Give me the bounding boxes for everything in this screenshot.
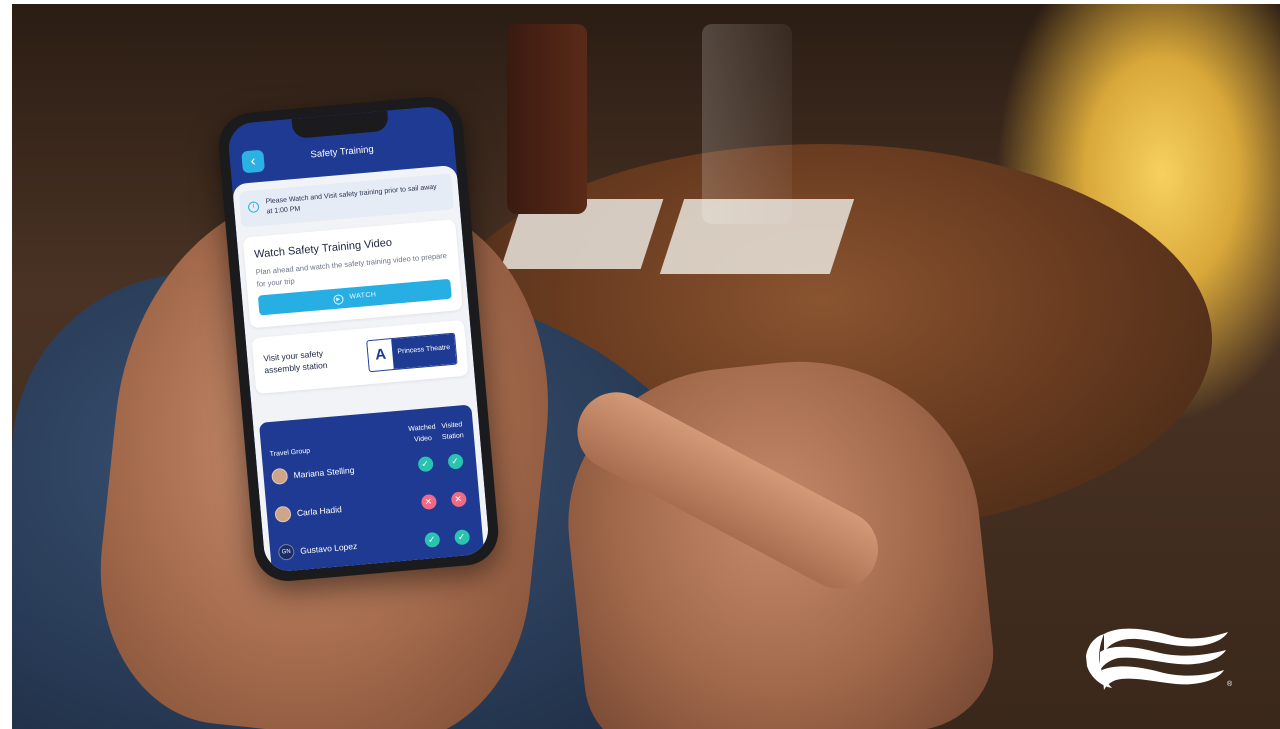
phone-screen: ‹ Safety Training i Please Watch and Vis… (226, 105, 491, 573)
phone: ‹ Safety Training i Please Watch and Vis… (215, 94, 502, 584)
col-watched-video: Watched Video (408, 423, 436, 444)
glass (507, 24, 587, 214)
station-card[interactable]: Visit your safety assembly station A Pri… (251, 319, 469, 394)
background-photo (12, 4, 1280, 729)
glass (702, 24, 792, 224)
check-icon: ✓ (416, 455, 434, 472)
video-status: ✕ (413, 493, 444, 511)
station-letter: A (367, 338, 394, 371)
play-icon: ▶ (332, 293, 344, 305)
station-status: ✓ (446, 528, 477, 546)
info-icon: i (247, 201, 260, 214)
notice-text: Please Watch and Visit safety training p… (265, 183, 437, 216)
close-icon: ✕ (450, 490, 467, 508)
col-visited-station: Visited Station (441, 421, 464, 441)
close-icon: ✕ (420, 493, 437, 510)
station-status: ✓ (439, 452, 470, 470)
check-icon: ✓ (446, 452, 464, 470)
check-icon: ✓ (453, 528, 470, 545)
member-name: Gustavo Lopez (299, 540, 358, 556)
station-name: Princess Theatre (391, 333, 457, 369)
video-status: ✓ (410, 455, 441, 473)
avatar (271, 467, 289, 486)
station-status: ✕ (443, 490, 474, 508)
station-badge: A Princess Theatre (366, 332, 458, 372)
member-name: Mariana Stelling (293, 464, 355, 481)
watch-button-label: WATCH (349, 291, 377, 301)
avatar: GN (277, 543, 295, 561)
avatar (274, 505, 292, 523)
travel-group-panel: Travel Group Watched Video Visited Stati… (258, 404, 485, 573)
notice-banner: i Please Watch and Visit safety training… (238, 173, 455, 229)
check-icon: ✓ (423, 531, 440, 548)
travel-group-list: Mariana Stelling ✓ ✓ Carla Hadid ✕ ✕ GN Gustavo… (270, 441, 481, 573)
page-title: Safety Training (310, 143, 375, 161)
member-name: Carla Hadid (296, 504, 343, 519)
seawitch-logo-icon (1086, 628, 1228, 690)
registered-mark: ® (1227, 681, 1233, 688)
video-card: Watch Safety Training Video Plan ahead a… (242, 219, 463, 329)
station-text: Visit your safety assembly station (262, 348, 328, 376)
video-status: ✓ (416, 531, 447, 549)
